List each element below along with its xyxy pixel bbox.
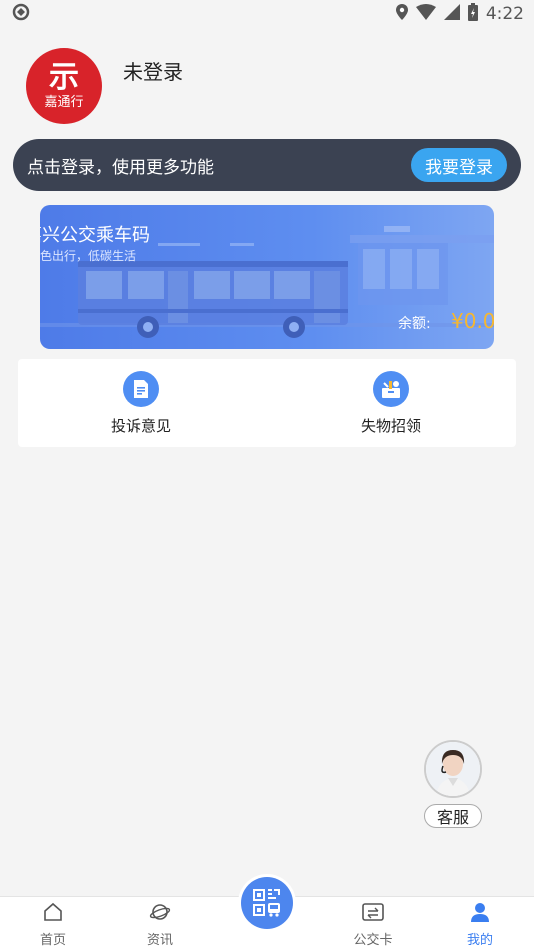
battery-icon [467, 3, 478, 25]
planet-icon [149, 901, 171, 927]
qr-bus-icon [241, 877, 293, 929]
login-prompt: 点击登录，使用更多功能 [27, 157, 214, 178]
agent-avatar [424, 740, 482, 798]
sync-icon [12, 3, 30, 25]
lost-found-box-icon [373, 371, 409, 407]
wifi-icon [415, 4, 436, 24]
app-logo[interactable]: 示 嘉通行 [26, 48, 102, 124]
service-label: 投诉意见 [110, 417, 171, 435]
tab-label: 资讯 [146, 933, 173, 948]
balance-label: 余额: [398, 316, 431, 332]
service-label: 失物招领 [360, 417, 421, 435]
login-banner[interactable]: 点击登录，使用更多功能 我要登录 [13, 139, 521, 191]
status-bar: 4:22 [0, 0, 534, 28]
card-title: 嘉兴公交乘车码 [40, 225, 150, 246]
username[interactable]: 未登录 [123, 56, 183, 85]
card-icon [361, 901, 385, 927]
tab-label: 首页 [39, 933, 66, 948]
status-time: 4:22 [485, 4, 524, 24]
tab-news[interactable]: 资讯 [120, 901, 200, 948]
service-grid: 投诉意见 失物招领 [18, 359, 516, 447]
card-subtitle: 绿色出行，低碳生活 [40, 249, 137, 263]
signal-icon [443, 4, 460, 24]
user-icon [469, 901, 491, 927]
tab-bus-card[interactable]: 公交卡 [333, 901, 413, 948]
logo-mark: 示 [49, 60, 79, 95]
customer-service-button[interactable]: 客服 [424, 740, 482, 828]
customer-service-label: 客服 [424, 804, 482, 828]
tab-home[interactable]: 首页 [13, 901, 93, 948]
tab-label: 公交卡 [353, 933, 393, 948]
tab-mine[interactable]: 我的 [440, 901, 520, 948]
complaint-button[interactable]: 投诉意见 [61, 359, 221, 447]
tab-label: 我的 [466, 933, 493, 948]
profile-header: 示 嘉通行 未登录 [26, 48, 506, 128]
lost-and-found-button[interactable]: 失物招领 [311, 359, 471, 447]
document-edit-icon [123, 371, 159, 407]
logo-text: 嘉通行 [44, 95, 84, 110]
balance-value: ¥0.00 [451, 309, 494, 333]
home-icon [42, 901, 64, 927]
ride-qr-code-button[interactable] [238, 874, 296, 932]
bus-ride-code-card[interactable]: 嘉兴公交乘车码 绿色出行，低碳生活 余额: ¥0.00 [40, 205, 494, 349]
location-icon [395, 4, 408, 24]
login-button[interactable]: 我要登录 [411, 148, 507, 182]
